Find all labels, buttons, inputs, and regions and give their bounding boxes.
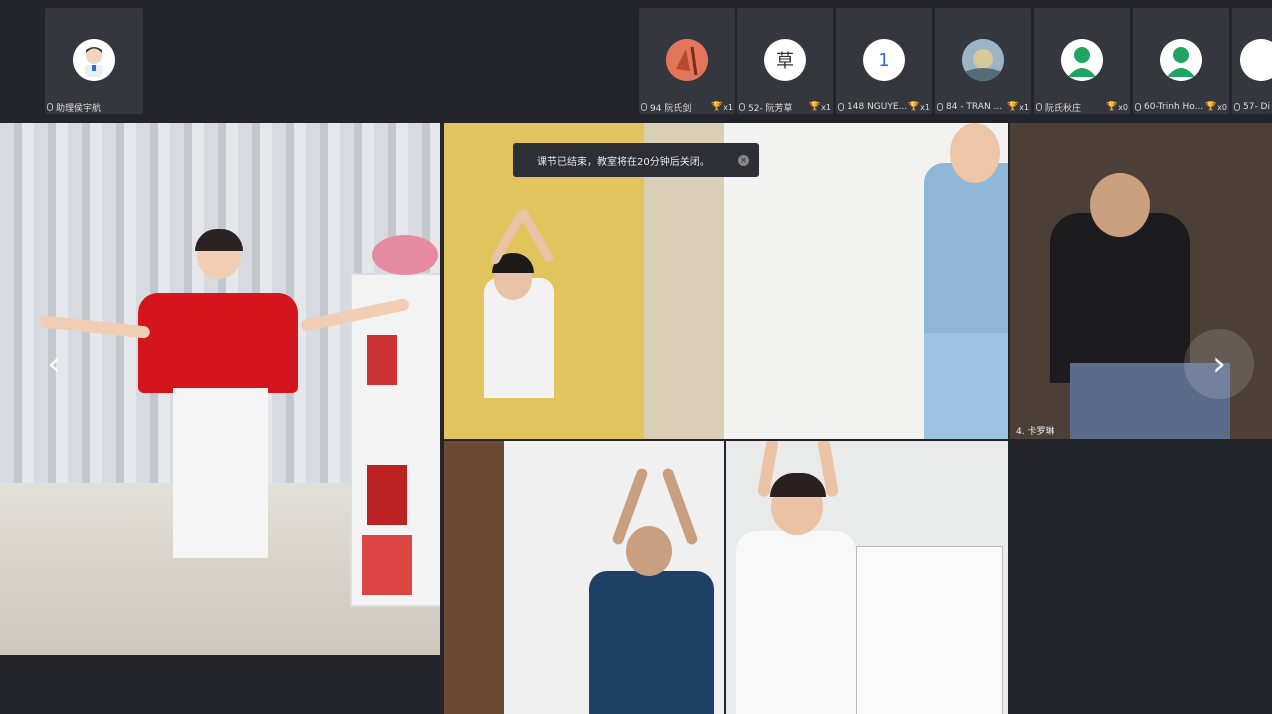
trophy-icon: 🏆 [1105,102,1118,112]
trophy-count: x1 [1019,102,1029,112]
student-video-5[interactable] [726,441,1008,714]
participant-name: 94 阮氏剑 [650,103,692,114]
trophy-icon: 🏆 [1006,102,1019,112]
trophy-icon: 🏆 [1204,102,1217,112]
participant-name-bar: 60-Trinh Ho... 🏆 x0 [1133,100,1229,114]
toast-message: 课节已结束，教室将在20分钟后关闭。 [537,156,710,168]
trophy-count: x0 [1118,102,1128,112]
class-ended-toast: 课节已结束，教室将在20分钟后关闭。 ✕ [513,143,759,177]
chevron-left-icon: ‹ [47,344,61,384]
participant-tile[interactable]: 60-Trinh Ho... 🏆 x0 [1133,8,1229,114]
bookshelf [350,273,440,607]
avatar-initial: 草 [776,51,794,72]
student-video-4[interactable] [444,441,724,714]
trophy-count: x1 [920,102,930,112]
trophy-icon: 🏆 [907,102,920,112]
mic-icon [937,103,943,111]
mic-icon [838,103,844,111]
avatar: 1 [863,39,905,81]
participant-name-bar: 阮氏秋庄 🏆 x0 [1034,100,1130,114]
participant-name-bar: 52- 阮芳草 🏆 x1 [737,100,833,114]
participant-name: 148 NGUYE... [847,102,908,112]
participant-name: 阮氏秋庄 [1045,103,1082,114]
participant-tile[interactable]: 草 52- 阮芳草 🏆 x1 [737,8,833,114]
teacher-video[interactable] [0,123,440,655]
participant-name-bar: 助理侯宇航 [45,100,143,114]
default-avatar-icon [1061,39,1103,81]
participant-tile[interactable]: 57- Di [1232,8,1272,114]
participant-name-bar: 84 - TRAN ... 🏆 x1 [935,100,1031,114]
participant-tile-assistant[interactable]: 助理侯宇航 [45,8,143,114]
participant-tile[interactable]: 阮氏秋庄 🏆 x0 [1034,8,1130,114]
participant-name: 57- Di [1243,102,1270,112]
trophy-count: x0 [1217,102,1227,112]
close-icon[interactable]: ✕ [738,155,749,166]
participant-name: 84 - TRAN ... [946,102,1003,112]
student-video-2[interactable] [724,123,1008,439]
default-avatar-icon [1240,39,1272,81]
mic-icon [739,103,745,111]
previous-page-button[interactable]: ‹ [34,344,74,384]
avatar-initial: 1 [878,49,890,71]
trophy-icon: 🏆 [710,102,723,112]
next-page-button[interactable]: › [1184,329,1254,399]
participant-name-bar: 57- Di [1232,100,1272,114]
participant-name: 助理侯宇航 [56,103,102,114]
participant-name-bar: 148 NGUYE... 🏆 x1 [836,100,932,114]
mic-icon [1135,103,1141,111]
trophy-count: x1 [821,102,831,112]
default-avatar-icon [1160,39,1202,81]
avatar [962,39,1004,81]
participant-tile[interactable]: 1 148 NGUYE... 🏆 x1 [836,8,932,114]
participant-name: 60-Trinh Ho... [1144,102,1204,112]
wall-poster [856,546,1003,714]
avatar [666,39,708,81]
chevron-right-icon: › [1212,344,1226,384]
mic-icon [1036,103,1042,111]
participant-tile[interactable]: 94 阮氏剑 🏆 x1 [639,8,735,114]
participant-name: 52- 阮芳草 [748,103,793,114]
participant-name-bar: 94 阮氏剑 🏆 x1 [639,100,735,114]
student-name-label: 4. 卡罗琳 [1016,427,1055,437]
avatar [73,39,115,81]
mic-icon [1234,103,1240,111]
trophy-count: x1 [723,102,733,112]
flowers [372,235,438,275]
mic-icon [47,103,53,111]
avatar: 草 [764,39,806,81]
participant-tile[interactable]: 84 - TRAN ... 🏆 x1 [935,8,1031,114]
trophy-icon: 🏆 [808,102,821,112]
mic-icon [641,103,647,111]
